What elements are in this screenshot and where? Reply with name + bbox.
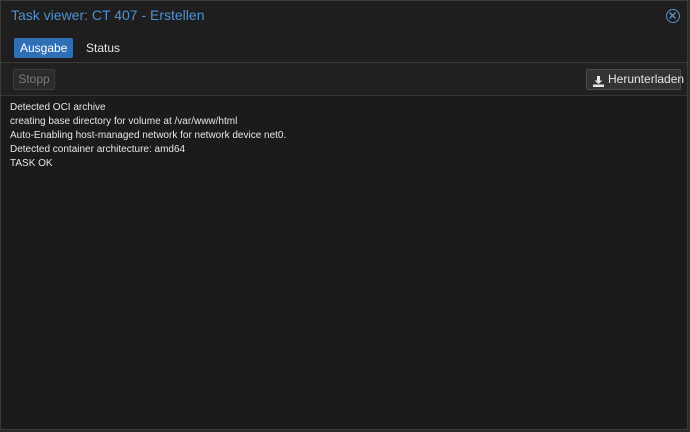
log-line: TASK OK	[10, 158, 53, 169]
tab-status[interactable]: Status	[80, 38, 126, 58]
log-line: Detected container architecture: amd64	[10, 144, 186, 155]
window-title: Task viewer: CT 407 - Erstellen	[11, 7, 205, 23]
close-icon	[669, 12, 676, 19]
toolbar: Stopp Herunterladen	[1, 63, 687, 96]
task-log-output: Detected OCI archive creating base direc…	[1, 96, 687, 429]
log-line: Detected OCI archive	[10, 102, 106, 113]
titlebar: Task viewer: CT 407 - Erstellen	[1, 1, 687, 32]
tab-bar: Ausgabe Status	[1, 32, 687, 63]
stop-button[interactable]: Stopp	[13, 69, 55, 90]
close-button[interactable]	[666, 9, 680, 23]
stop-button-label: Stopp	[18, 72, 50, 86]
download-button[interactable]: Herunterladen	[586, 69, 685, 93]
task-viewer-window: Task viewer: CT 407 - Erstellen Ausgabe …	[0, 0, 688, 430]
tab-ausgabe[interactable]: Ausgabe	[14, 38, 74, 58]
download-button-label: Herunterladen	[608, 72, 685, 86]
log-line: Auto-Enabling host-managed network for n…	[10, 130, 287, 141]
download-icon	[593, 74, 604, 93]
log-line: creating base directory for volume at /v…	[10, 116, 238, 127]
